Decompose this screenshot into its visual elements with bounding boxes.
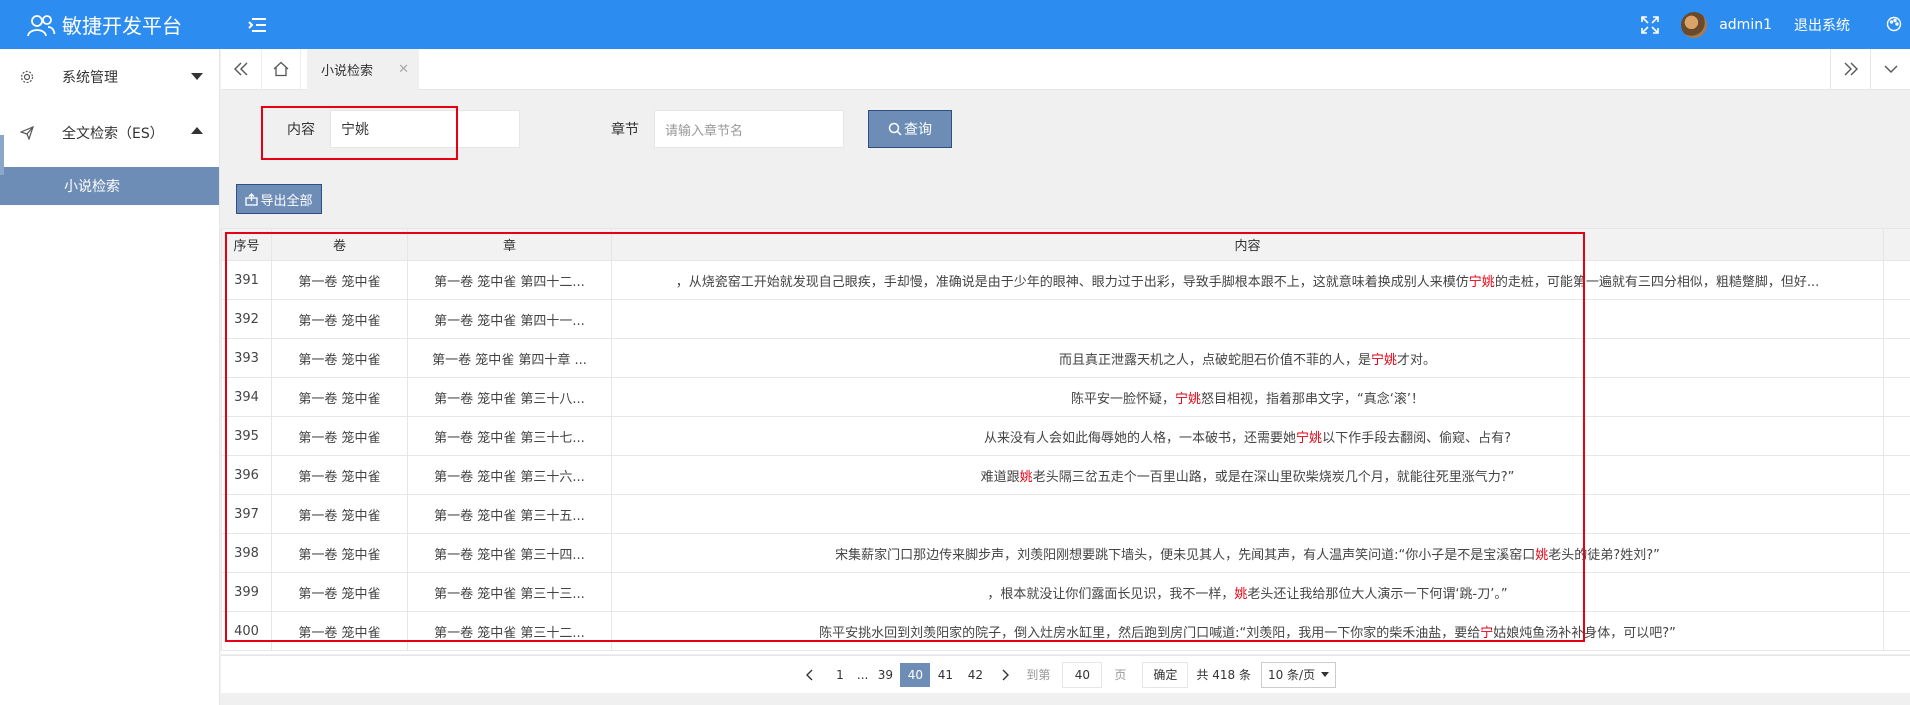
export-all-button[interactable]: 导出全部 xyxy=(236,184,322,214)
pagination: 1... 39 40 41 42 到第 40 页 确定 共 418 条 10 条/页 xyxy=(221,655,1910,693)
goto-page-input[interactable]: 40 xyxy=(1062,661,1103,688)
tab-home[interactable] xyxy=(261,49,301,89)
chevron-right-icon xyxy=(1002,669,1010,680)
close-icon[interactable]: ✕ xyxy=(398,62,409,77)
bottom-strip xyxy=(221,693,1910,705)
annotation-box-input xyxy=(261,106,458,160)
tabs-menu-button[interactable] xyxy=(1870,49,1910,89)
page-list: 1... 39 40 41 42 xyxy=(825,662,990,687)
page-unit-label: 页 xyxy=(1114,668,1127,682)
search-icon xyxy=(888,122,902,136)
menu-toggle-icon[interactable] xyxy=(248,16,268,34)
tab-bar: 小说检索 ✕ xyxy=(221,49,1910,90)
query-label: 查询 xyxy=(904,122,932,138)
goto-confirm-button[interactable]: 确定 xyxy=(1142,661,1189,688)
chapter-input[interactable]: 请输入章节名 xyxy=(654,110,844,148)
prev-page-button[interactable] xyxy=(795,663,825,687)
cell-spacer xyxy=(1883,338,1910,378)
tabs-next-button[interactable] xyxy=(1830,49,1870,89)
fullscreen-icon[interactable] xyxy=(1641,15,1660,34)
page-number-button[interactable]: 1 xyxy=(825,663,855,687)
username[interactable]: admin1 xyxy=(1719,17,1772,33)
sidebar-item-label: 全文检索（ES） xyxy=(62,126,164,142)
theme-icon[interactable] xyxy=(1886,16,1902,32)
annotation-box-table xyxy=(225,232,1585,642)
tabs-prev-button[interactable] xyxy=(221,49,261,89)
cell-spacer xyxy=(1883,377,1910,417)
sidebar: 系统管理 全文检索（ES） 小说检索 xyxy=(0,49,220,705)
query-button[interactable]: 查询 xyxy=(868,110,952,148)
page-number-button[interactable]: 42 xyxy=(960,663,990,687)
cell-spacer xyxy=(1883,416,1910,456)
goto-label: 到第 xyxy=(1026,668,1051,682)
team-logo-icon xyxy=(27,14,56,36)
cell-spacer xyxy=(1883,260,1910,300)
logout-button[interactable]: 退出系统 xyxy=(1794,15,1850,35)
double-chevron-right-icon xyxy=(1844,62,1858,76)
gear-icon xyxy=(20,70,34,84)
app-title: 敏捷开发平台 xyxy=(62,14,182,38)
chevron-down-icon xyxy=(1884,65,1897,73)
home-icon xyxy=(273,61,289,77)
app-logo[interactable]: 敏捷开发平台 xyxy=(0,0,220,49)
double-chevron-left-icon xyxy=(234,62,248,76)
total-count: 共 418 条 xyxy=(1196,668,1251,682)
sidebar-item-novel-search[interactable]: 小说检索 xyxy=(0,167,219,205)
chevron-down-icon xyxy=(1321,672,1330,677)
page-size-select[interactable]: 10 条/页 xyxy=(1260,661,1337,688)
avatar[interactable] xyxy=(1681,11,1708,38)
send-icon xyxy=(20,126,34,140)
tab-label: 小说检索 xyxy=(321,64,374,79)
sidebar-item-label: 系统管理 xyxy=(62,70,118,86)
export-label: 导出全部 xyxy=(260,193,313,209)
page-number-button[interactable]: 40 xyxy=(900,662,931,687)
cell-spacer xyxy=(1883,455,1910,495)
next-page-button[interactable] xyxy=(990,663,1020,687)
export-icon xyxy=(245,192,259,206)
tab-novel-search[interactable]: 小说检索 ✕ xyxy=(307,49,419,90)
chevron-up-icon xyxy=(191,127,203,134)
page-number-button[interactable]: 41 xyxy=(930,663,960,687)
page-ellipsis: ... xyxy=(856,667,869,682)
page-size-label: 10 条/页 xyxy=(1267,668,1316,682)
cell-spacer xyxy=(1883,533,1910,573)
page-number-button[interactable]: 39 xyxy=(870,663,900,687)
sidebar-item-fulltext[interactable]: 全文检索（ES） xyxy=(0,105,219,161)
column-header-spacer xyxy=(1883,228,1910,261)
chevron-left-icon xyxy=(805,669,813,680)
cell-spacer xyxy=(1883,611,1910,651)
chapter-label: 章节 xyxy=(611,122,639,138)
top-header: 敏捷开发平台 admin1 退出系统 xyxy=(0,0,1910,49)
cell-spacer xyxy=(1883,572,1910,612)
sidebar-item-system[interactable]: 系统管理 xyxy=(0,49,219,105)
chevron-down-icon xyxy=(191,73,203,80)
cell-spacer xyxy=(1883,299,1910,339)
sidebar-scroll-marker xyxy=(0,135,4,175)
cell-spacer xyxy=(1883,494,1910,534)
